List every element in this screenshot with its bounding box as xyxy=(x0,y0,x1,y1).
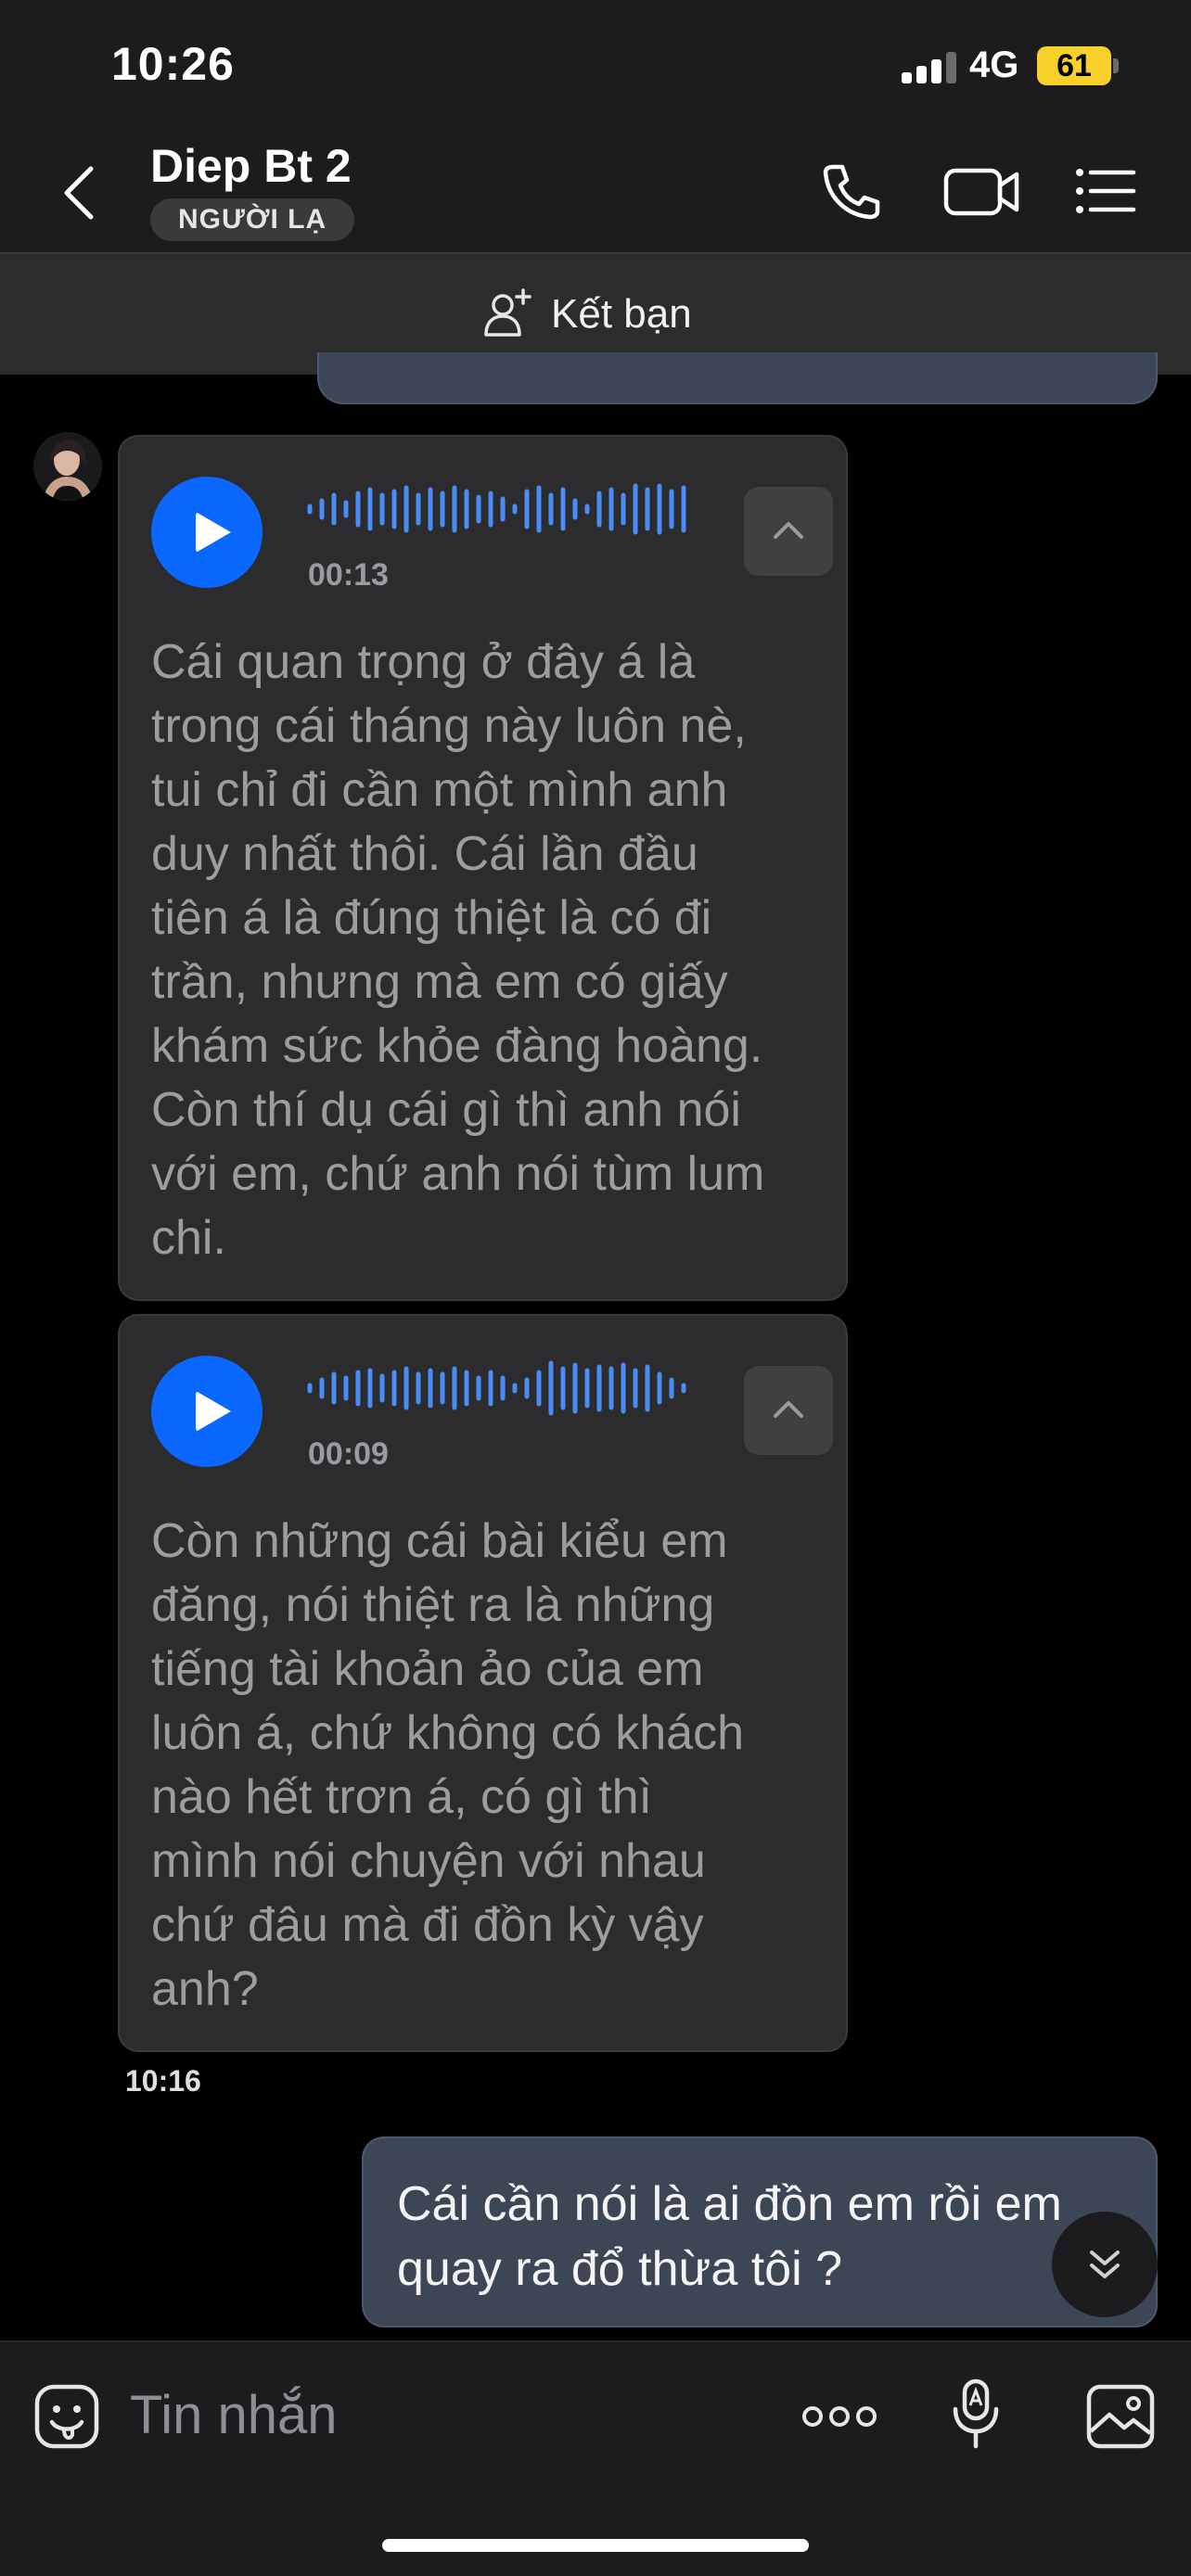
outgoing-message-text: Cái cần nói là ai đồn em rồi em quay ra … xyxy=(397,2177,1062,2296)
chat-header: Diep Bt 2 NGƯỜI LẠ xyxy=(0,130,1191,252)
voice-transcript: Cái quan trọng ở đây á là trong cái thán… xyxy=(151,635,765,1265)
collapse-transcript-button[interactable] xyxy=(744,1366,833,1455)
voice-to-text-icon[interactable] xyxy=(946,2378,1005,2456)
double-chevron-down-icon xyxy=(1090,2251,1120,2278)
add-friend-icon xyxy=(482,287,534,343)
phone-icon[interactable] xyxy=(813,158,887,224)
network-type: 4G xyxy=(969,45,1019,85)
signal-icon xyxy=(902,52,957,83)
voice-waveform[interactable] xyxy=(307,478,697,540)
previous-message-bubble[interactable] xyxy=(317,352,1158,404)
message-input[interactable] xyxy=(130,2378,779,2452)
voice-message-bubble[interactable]: 00:09 Còn những cái bài kiểu em đăng, nó… xyxy=(118,1314,848,2052)
message-timestamp: 10:16 xyxy=(125,2064,201,2098)
status-time: 10:26 xyxy=(111,38,235,90)
battery-tip xyxy=(1113,58,1119,73)
add-friend-label: Kết bạn xyxy=(551,291,692,337)
voice-waveform[interactable] xyxy=(307,1358,697,1419)
sticker-icon[interactable] xyxy=(33,2383,100,2455)
video-call-icon[interactable] xyxy=(939,158,1031,224)
status-bar: 10:26 4G 61 xyxy=(0,0,1191,130)
home-indicator xyxy=(382,2539,809,2552)
collapse-transcript-button[interactable] xyxy=(744,487,833,576)
play-icon[interactable] xyxy=(151,1356,263,1467)
stranger-badge: NGƯỜI LẠ xyxy=(150,198,355,241)
more-icon[interactable] xyxy=(801,2400,877,2438)
menu-list-icon[interactable] xyxy=(1074,158,1139,224)
voice-duration: 00:13 xyxy=(308,557,389,593)
avatar[interactable] xyxy=(33,432,102,501)
add-friend-button[interactable]: Kết bạn xyxy=(482,286,692,343)
contact-name[interactable]: Diep Bt 2 xyxy=(150,139,352,193)
voice-message-bubble[interactable]: 00:13 Cái quan trọng ở đây á là trong cá… xyxy=(118,435,848,1301)
image-icon[interactable] xyxy=(1085,2383,1156,2455)
voice-duration: 00:09 xyxy=(308,1436,389,1472)
back-icon[interactable] xyxy=(52,156,108,230)
chevron-up-icon xyxy=(774,522,803,539)
message-composer xyxy=(0,2342,1191,2576)
scroll-to-bottom-button[interactable] xyxy=(1052,2212,1158,2317)
battery-icon: 61 xyxy=(1037,46,1111,85)
play-icon[interactable] xyxy=(151,477,263,588)
chevron-up-icon xyxy=(774,1401,803,1418)
voice-transcript: Còn những cái bài kiểu em đăng, nói thiệ… xyxy=(151,1514,745,2016)
outgoing-message-bubble[interactable]: Cái cần nói là ai đồn em rồi em quay ra … xyxy=(362,2136,1158,2327)
